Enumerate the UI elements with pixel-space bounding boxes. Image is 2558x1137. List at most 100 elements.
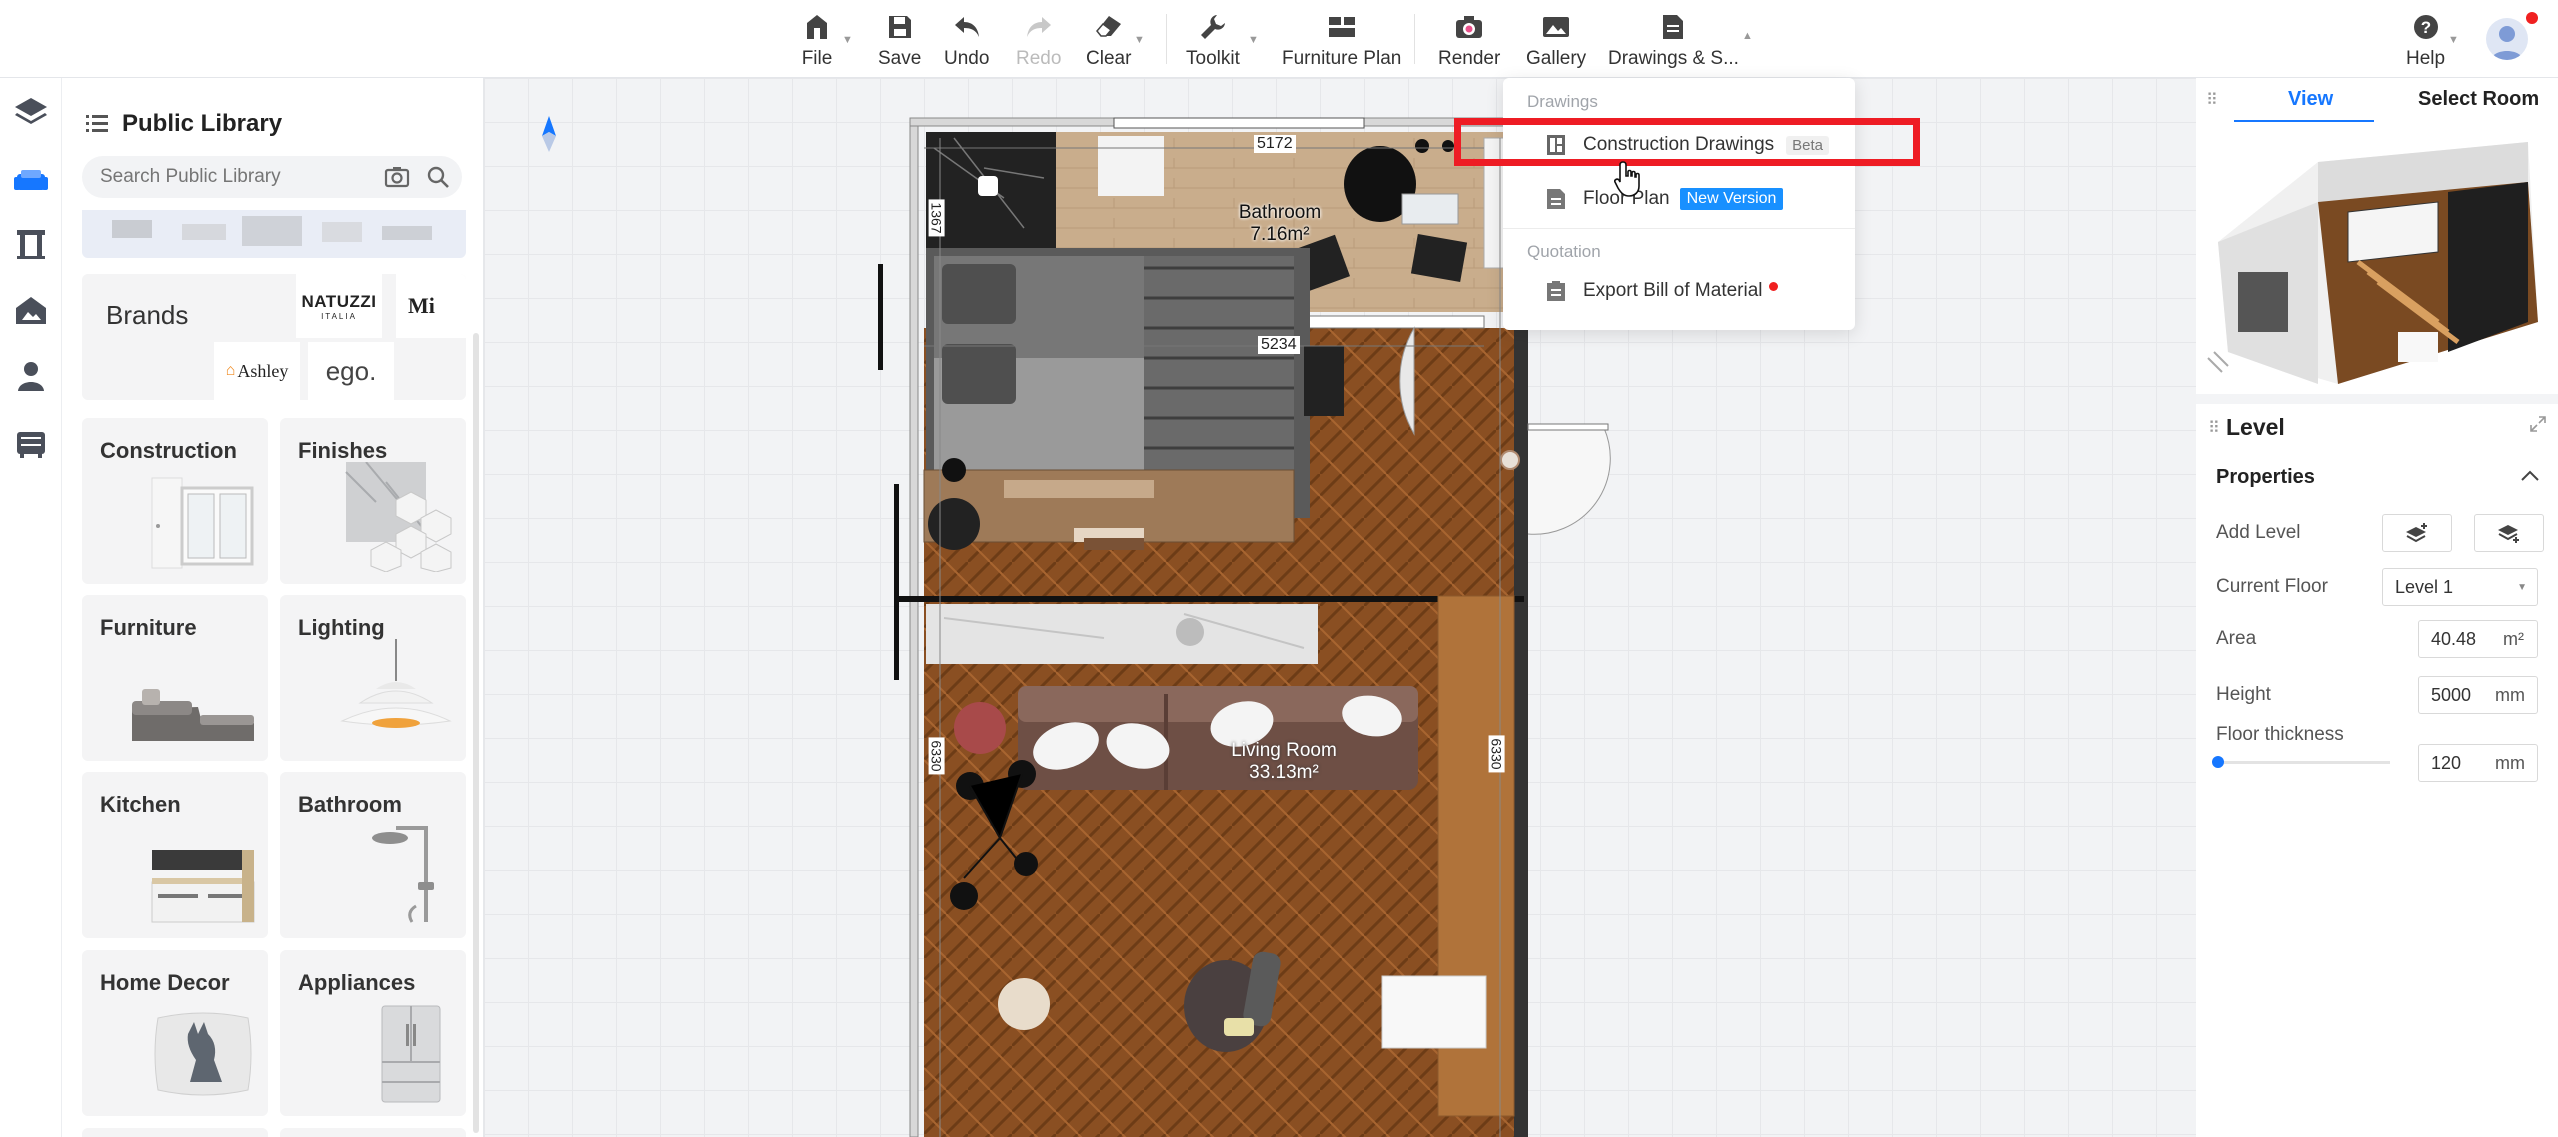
help-button[interactable]: ? Help [2406, 10, 2445, 70]
list-icon[interactable] [86, 114, 108, 134]
public-library-panel: Public Library Brands NATUZZI ITALIA Mi … [62, 78, 484, 1137]
tab-view[interactable]: View [2288, 88, 2333, 111]
category-home-decor[interactable]: Home Decor [82, 950, 268, 1116]
category-kitchen[interactable]: Kitchen [82, 772, 268, 938]
furniture-plan-button[interactable]: Furniture Plan [1282, 10, 1401, 70]
redo-button[interactable]: Redo [1016, 10, 1061, 70]
toolbar-separator [1414, 14, 1415, 64]
room-label-living-room[interactable]: Living Room 33.13m² [1204, 740, 1364, 784]
area-field[interactable]: 40.48 m² [2418, 620, 2538, 658]
rail-cabinet[interactable] [11, 424, 51, 464]
tab-select-room[interactable]: Select Room [2418, 88, 2539, 111]
rail-layers[interactable] [11, 92, 51, 132]
tiles-image [345, 462, 452, 572]
library-scrollbar[interactable] [473, 333, 479, 1133]
door-frame-icon [17, 230, 45, 259]
drag-handle-icon[interactable]: ⠿ [2206, 90, 2218, 110]
drawings-caret-up-icon[interactable]: ▲ [1742, 30, 1753, 42]
library-title: Public Library [122, 110, 283, 137]
category-finishes[interactable]: Finishes [280, 418, 466, 584]
drawings-dropdown-menu: Drawings Construction Drawings Beta Floo… [1503, 78, 1855, 330]
brand-ashley[interactable]: ⌂ Ashley [214, 342, 300, 400]
floor-thickness-field[interactable]: 120 mm [2418, 744, 2538, 782]
user-avatar[interactable] [2486, 18, 2528, 60]
category-more-card[interactable] [280, 1128, 466, 1137]
user-icon [2491, 26, 2523, 60]
undo-label: Undo [944, 48, 990, 69]
clipboard-icon [1545, 280, 1567, 302]
add-level-above-button[interactable] [2382, 514, 2452, 552]
chevron-up-icon[interactable] [2520, 468, 2540, 482]
file-button[interactable]: File [800, 10, 834, 70]
clear-caret-icon[interactable]: ▼ [1134, 34, 1145, 46]
gallery-icon [1539, 10, 1573, 44]
gallery-label: Gallery [1526, 48, 1587, 69]
current-floor-label: Current Floor [2216, 576, 2328, 597]
current-floor-select[interactable]: Level 1 ▼ [2382, 568, 2538, 606]
toolkit-button[interactable]: Toolkit [1186, 10, 1240, 70]
collection-banner[interactable] [82, 210, 466, 258]
rail-house[interactable] [11, 290, 51, 330]
add-level-below-button[interactable] [2474, 514, 2544, 552]
category-lighting[interactable]: Lighting [280, 595, 466, 761]
slider-handle[interactable] [2212, 756, 2224, 768]
save-button[interactable]: Save [878, 10, 921, 70]
rail-structure[interactable] [11, 224, 51, 264]
menu-item-floor-plan[interactable]: Floor Plan New Version [1545, 182, 1784, 216]
toolkit-caret-icon[interactable]: ▼ [1248, 34, 1259, 46]
expand-icon[interactable] [2530, 416, 2546, 432]
gallery-button[interactable]: Gallery [1526, 10, 1586, 70]
brand-mi[interactable]: Mi [396, 274, 466, 338]
file-label: File [801, 48, 833, 69]
floor-plan-drawing[interactable] [484, 78, 2196, 1137]
drag-handle-icon[interactable]: ⠿ [2208, 418, 2220, 438]
design-canvas[interactable]: 5172 5234 1367 6330 6330 Bathroom 7.16m²… [484, 78, 2196, 1137]
refrigerator-image [381, 1005, 441, 1103]
help-caret-icon[interactable]: ▼ [2448, 34, 2459, 46]
render-button[interactable]: Render [1438, 10, 1500, 70]
drawings-button[interactable]: Drawings & S... [1608, 10, 1739, 70]
category-appliances[interactable]: Appliances [280, 950, 466, 1116]
brand-ego[interactable]: ego. [308, 342, 394, 400]
library-search-input[interactable] [100, 156, 340, 198]
menu-divider [1503, 228, 1855, 229]
category-bathroom[interactable]: Bathroom [280, 772, 466, 938]
height-field[interactable]: 5000 mm [2418, 676, 2538, 714]
notification-dot [2526, 12, 2538, 24]
rail-user[interactable] [11, 356, 51, 396]
floor-thickness-slider[interactable] [2216, 761, 2390, 764]
brand-natuzzi[interactable]: NATUZZI ITALIA [296, 274, 382, 338]
left-icon-rail [0, 78, 62, 1137]
3d-room-model-image [2198, 122, 2558, 390]
furniture-plan-label: Furniture Plan [1282, 48, 1402, 69]
eraser-icon [1092, 10, 1126, 44]
pendant-lamp-image [340, 639, 452, 728]
level-title: Level [2226, 414, 2285, 440]
add-level-above-icon [2406, 523, 2427, 543]
section-quotation: Quotation [1527, 242, 1601, 261]
library-sofa-icon [14, 170, 48, 190]
search-icon[interactable] [426, 165, 450, 189]
clear-button[interactable]: Clear [1086, 10, 1131, 70]
add-level-below-icon [2498, 525, 2519, 543]
house-icon [16, 297, 46, 324]
3d-preview[interactable] [2198, 122, 2558, 390]
category-construction[interactable]: Construction [82, 418, 268, 584]
menu-item-export-bill-of-material[interactable]: Export Bill of Material [1545, 274, 1778, 308]
area-unit: m² [2503, 629, 2524, 649]
undo-button[interactable]: Undo [944, 10, 989, 70]
select-caret-icon: ▼ [2517, 581, 2527, 593]
pillow-deer-image [154, 1012, 252, 1096]
height-label: Height [2216, 684, 2271, 705]
brands-card[interactable]: Brands NATUZZI ITALIA Mi ⌂ Ashley ego. [82, 274, 466, 400]
room-label-bathroom[interactable]: Bathroom 7.16m² [1220, 202, 1340, 246]
add-level-label: Add Level [2216, 522, 2301, 543]
export-notification-dot [1768, 281, 1778, 291]
redo-icon [1022, 10, 1056, 44]
rail-library[interactable] [11, 160, 51, 200]
image-search-camera-icon[interactable] [384, 165, 410, 189]
category-more-card[interactable] [82, 1128, 268, 1137]
category-furniture[interactable]: Furniture [82, 595, 268, 761]
file-caret-icon[interactable]: ▼ [842, 34, 853, 46]
floor-thickness-label: Floor thickness [2216, 724, 2344, 745]
